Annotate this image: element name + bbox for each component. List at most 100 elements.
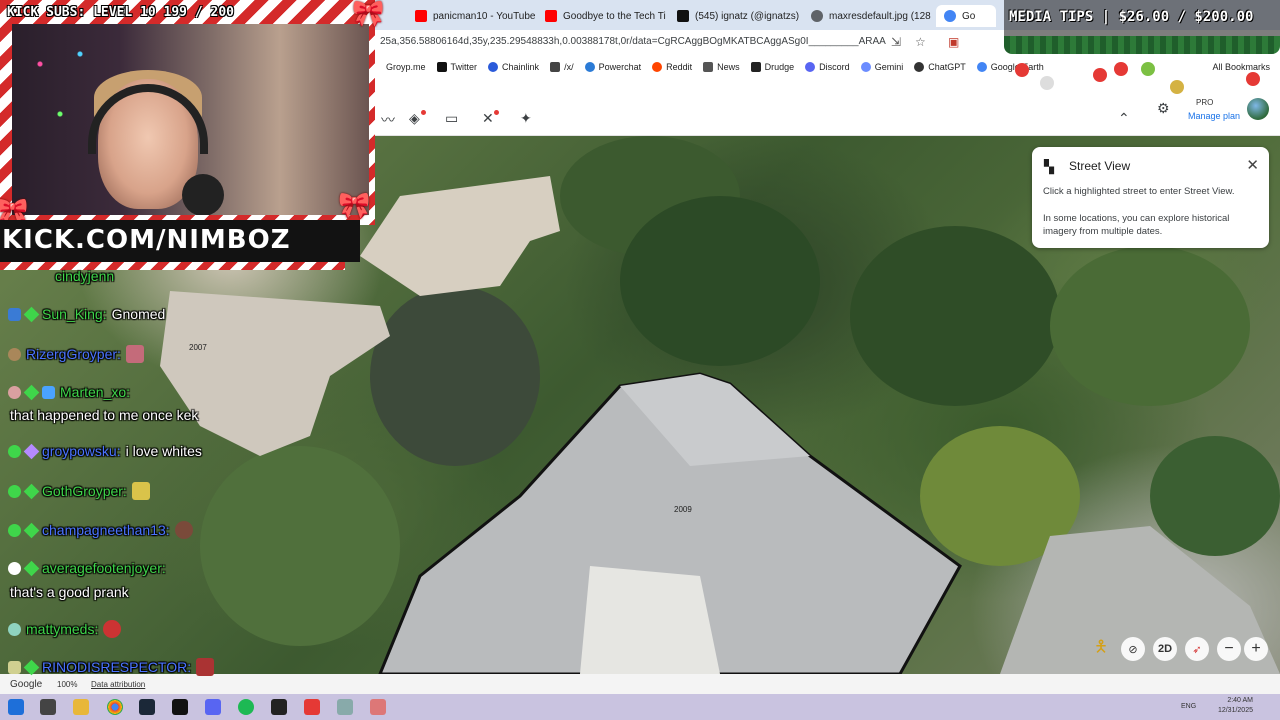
- chat-text: that happened to me once kek: [10, 407, 199, 423]
- extension-icon[interactable]: ▣: [948, 35, 959, 49]
- manage-plan-link[interactable]: Manage plan: [1188, 111, 1240, 121]
- ornament: [1141, 62, 1155, 76]
- chat-username: champagneethan13:: [42, 522, 170, 538]
- chat-username: Sun_King:: [42, 306, 107, 322]
- chainlink-icon: [488, 62, 499, 72]
- bookmark-gemini[interactable]: Gemini: [860, 62, 903, 72]
- all-bookmarks-button[interactable]: All Bookmarks: [1212, 62, 1270, 72]
- stream-chat: cindyjenn Sun_King: Gnomed RizergGroyper…: [0, 268, 260, 678]
- bookmark-drudge[interactable]: Drudge: [750, 62, 794, 72]
- bookmark-twitter[interactable]: Twitter: [436, 62, 477, 72]
- clover-icon: [550, 62, 561, 72]
- compass-reset-icon[interactable]: ⊘: [1121, 637, 1145, 661]
- ornament: [1093, 68, 1107, 82]
- obs-icon[interactable]: [271, 699, 287, 715]
- steam-icon[interactable]: [139, 699, 155, 715]
- chat-username: RINODISRESPECTOR:: [42, 659, 192, 675]
- zoom-level: 100%: [57, 680, 78, 689]
- ornament: [1114, 62, 1128, 76]
- sub-badge-icon: [23, 560, 40, 576]
- language-indicator[interactable]: ENG: [1181, 703, 1196, 710]
- app-icon[interactable]: [337, 699, 353, 715]
- emote-icon: [131, 482, 150, 500]
- bookmark-label: News: [717, 62, 740, 72]
- bookmark-label: ChatGPT: [928, 62, 966, 72]
- spotify-icon[interactable]: [238, 699, 254, 715]
- pegman-icon[interactable]: 🯅: [1089, 637, 1113, 661]
- bookmark-label: Groyp.me: [386, 62, 426, 72]
- sub-badge-icon: [23, 659, 40, 675]
- chat-text: that's a good prank: [10, 584, 129, 600]
- powerchat-icon: [584, 62, 595, 72]
- app-icon[interactable]: [370, 699, 386, 715]
- install-app-icon[interactable]: ⇲: [891, 35, 901, 49]
- street-view-title: Street View: [1069, 159, 1131, 173]
- chat-text: Gnomed: [111, 306, 166, 322]
- christmas-garland: [1004, 36, 1280, 54]
- tab-title: maxresdefault.jpg (128: [829, 10, 931, 22]
- roof-dormer: [580, 566, 720, 674]
- bookmark-label: /x/: [564, 62, 574, 72]
- task-view-icon[interactable]: [40, 699, 56, 715]
- bookmark-star-icon[interactable]: ☆: [915, 35, 926, 49]
- url-text[interactable]: 25a,356.58806164d,35y,235.29548833h,0.00…: [380, 36, 886, 47]
- tab-x-ignatz[interactable]: (545) ignatz (@ignatzs) ✕: [669, 5, 803, 27]
- app-icon[interactable]: [304, 699, 320, 715]
- webcam-feed: [12, 24, 369, 215]
- notification-dot: [494, 110, 499, 115]
- bookmark-discord[interactable]: Discord: [805, 62, 850, 72]
- account-avatar[interactable]: [1247, 98, 1269, 120]
- ornament: [1040, 76, 1054, 90]
- bookmark-groyp[interactable]: Groyp.me: [386, 62, 426, 72]
- discord-icon[interactable]: [205, 699, 221, 715]
- globe-icon: [811, 10, 823, 22]
- bookmark-label: Chainlink: [502, 62, 540, 72]
- webcam-frame: KICK SUBS: LEVEL 10 199 / 200: [0, 0, 375, 225]
- tab-youtube-tech[interactable]: Goodbye to the Tech Ti ✕: [537, 5, 669, 27]
- chat-message: GothGroyper:: [8, 482, 150, 500]
- start-icon[interactable]: [8, 699, 24, 715]
- close-icon[interactable]: ✕: [1246, 156, 1259, 174]
- gemini-sparkle-icon[interactable]: ✦: [520, 110, 532, 127]
- settings-gear-icon[interactable]: ⚙: [1157, 100, 1170, 117]
- toggle-2d-button[interactable]: 2D: [1153, 637, 1177, 661]
- verified-badge-icon: [42, 385, 55, 399]
- sub-badge-icon: [23, 522, 40, 538]
- data-attribution-link[interactable]: Data attribution: [91, 680, 145, 689]
- sub-badge-icon: [23, 306, 40, 322]
- chevron-up-icon[interactable]: ⌃: [1118, 110, 1130, 127]
- street-view-history-note: In some locations, you can explore histo…: [1043, 213, 1230, 237]
- compass-icon[interactable]: ➶: [1185, 637, 1209, 661]
- emote-icon: [174, 521, 193, 539]
- bookmark-google-earth[interactable]: Google Earth: [976, 62, 1044, 72]
- chat-username: GothGroyper:: [42, 483, 127, 499]
- tab-youtube-panicman[interactable]: panicman10 - YouTube ✕: [407, 5, 537, 27]
- ruler-icon[interactable]: ▭: [445, 110, 458, 127]
- bookmark-x-board[interactable]: /x/: [550, 62, 574, 72]
- chrome-icon[interactable]: [107, 699, 123, 715]
- zoom-in-button[interactable]: +: [1244, 637, 1268, 661]
- bookmark-chainlink[interactable]: Chainlink: [488, 62, 539, 72]
- bookmark-news[interactable]: News: [703, 62, 740, 72]
- drudge-icon: [750, 62, 761, 72]
- system-clock[interactable]: 2:40 AM 12/31/2025: [1218, 696, 1253, 716]
- kick-icon[interactable]: [172, 699, 188, 715]
- tools-icon[interactable]: ✕: [482, 110, 494, 127]
- bookmark-reddit[interactable]: Reddit: [652, 62, 692, 72]
- tab-title: Goodbye to the Tech Ti: [563, 10, 666, 22]
- media-tips-widget: MEDIA TIPS | $26.00 / $200.00: [1004, 0, 1280, 36]
- tab-title: Go: [962, 10, 976, 22]
- zoom-out-button[interactable]: −: [1217, 637, 1241, 661]
- file-explorer-icon[interactable]: [73, 699, 89, 715]
- tab-maxresdefault[interactable]: maxresdefault.jpg (128 ✕: [803, 5, 936, 27]
- tab-google-earth[interactable]: Go: [936, 5, 996, 27]
- kick-url-banner: KICK.COM/NIMBOZ: [0, 220, 360, 262]
- layers-icon[interactable]: ◈: [409, 110, 420, 127]
- google-logo: Google: [10, 679, 43, 690]
- bookmark-chatgpt[interactable]: ChatGPT: [914, 62, 966, 72]
- bookmark-powerchat[interactable]: Powerchat: [584, 62, 641, 72]
- street-view-card: ▚ Street View ✕ Click a highlighted stre…: [1032, 147, 1269, 248]
- path-tool-icon[interactable]: 〰: [381, 110, 395, 130]
- microphone: [182, 174, 224, 215]
- avatar-badge-icon: [8, 660, 21, 674]
